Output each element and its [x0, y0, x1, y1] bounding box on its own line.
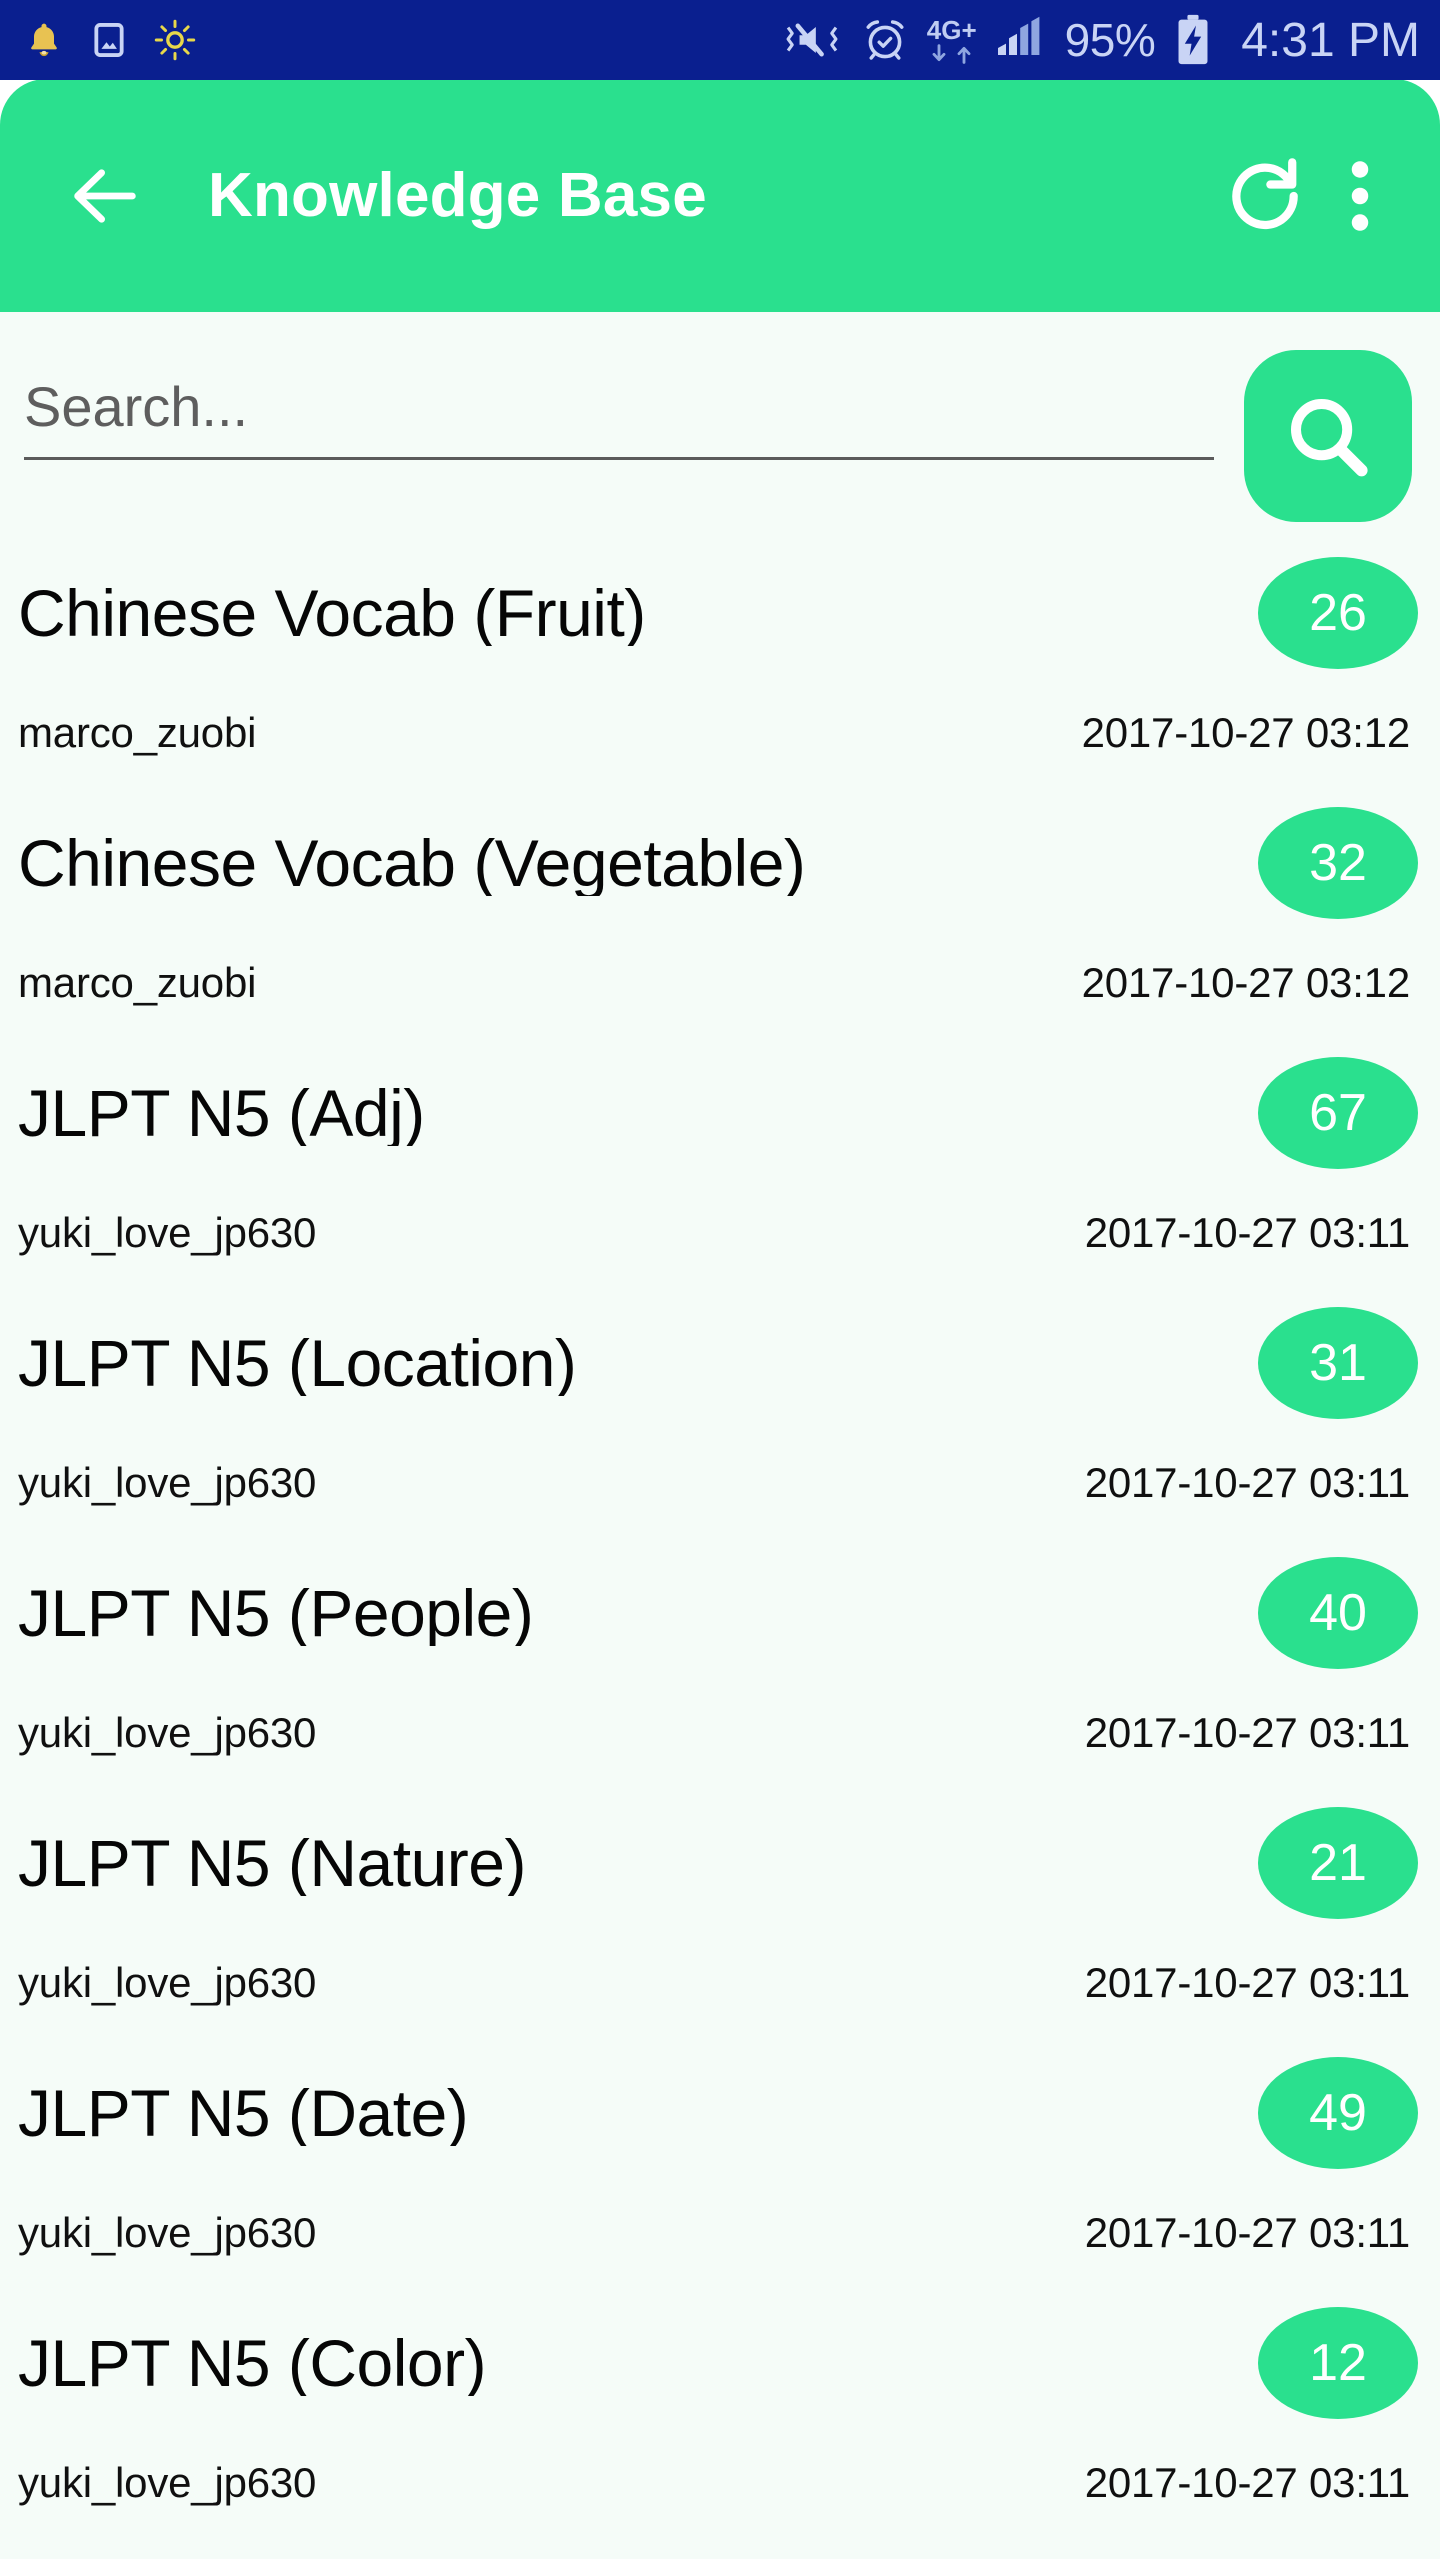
list-item-date: 2017-10-27 03:11: [1084, 1959, 1410, 2006]
list-item-badge-wrap: 21: [526, 1807, 1418, 1919]
list-item[interactable]: JLPT N5 (Color) 12 yuki_love_jp630 2017-10-…: [0, 2288, 1440, 2538]
list-item-author: marco_zuobi: [18, 709, 257, 756]
list-item-author: yuki_love_jp630: [18, 2209, 317, 2256]
status-badge: 21: [1258, 1807, 1418, 1919]
list-item-title: JLPT N5 (Color): [18, 2330, 487, 2396]
status-bar-left-icons: [24, 18, 196, 62]
content-area: Chinese Vocab (Fruit) 26 marco_zuobi 2017-1…: [0, 312, 1440, 2559]
list-item[interactable]: JLPT N5 (Location) 31 yuki_love_jp630 2017-…: [0, 1288, 1440, 1538]
list-item-title: JLPT N5 (People): [18, 1580, 534, 1646]
vibrate-mute-icon: [781, 17, 843, 63]
list-item-header: Chinese Vocab (Fruit) 26: [18, 538, 1418, 688]
status-badge: 32: [1258, 807, 1418, 919]
list-item-header: JLPT N5 (Color) 12: [18, 2288, 1418, 2438]
list-item-author: yuki_love_jp630: [18, 1209, 317, 1256]
list-item-author: yuki_love_jp630: [18, 2459, 317, 2506]
list-item-meta: marco_zuobi 2017-10-27 03:12: [18, 688, 1418, 778]
list-item-date: 2017-10-27 03:11: [1084, 1709, 1410, 1756]
list-item-title: JLPT N5 (Location): [18, 1330, 577, 1396]
list-item-date: 2017-10-27 03:12: [1081, 959, 1411, 1006]
knowledge-base-list: Chinese Vocab (Fruit) 26 marco_zuobi 2017-1…: [0, 538, 1440, 2538]
list-item-badge-wrap: 49: [468, 2057, 1418, 2169]
status-badge: 67: [1258, 1057, 1418, 1169]
list-item-badge-wrap: 12: [486, 2307, 1418, 2419]
list-item-header: JLPT N5 (People) 40: [18, 1538, 1418, 1688]
status-badge: 26: [1258, 557, 1418, 669]
list-item[interactable]: JLPT N5 (People) 40 yuki_love_jp630 2017-10…: [0, 1538, 1440, 1788]
list-item-date: 2017-10-27 03:12: [1081, 709, 1411, 756]
list-item-header: JLPT N5 (Adj) 67: [18, 1038, 1418, 1188]
search-button[interactable]: [1244, 350, 1412, 522]
list-item-date: 2017-10-27 03:11: [1084, 1209, 1410, 1256]
status-badge: 49: [1258, 2057, 1418, 2169]
list-item-date: 2017-10-27 03:11: [1084, 2459, 1410, 2506]
list-item-author: yuki_love_jp630: [18, 1959, 317, 2006]
list-item-author: marco_zuobi: [18, 959, 257, 1006]
list-item-meta: yuki_love_jp630 2017-10-27 03:11: [18, 1938, 1418, 2028]
signal-bars-icon: [995, 16, 1047, 64]
list-item-meta: yuki_love_jp630 2017-10-27 03:11: [18, 2188, 1418, 2278]
list-item[interactable]: JLPT N5 (Adj) 67 yuki_love_jp630 2017-10-27…: [0, 1038, 1440, 1288]
status-bar-right-icons: 4G+ 95% 4:31 PM: [781, 13, 1426, 68]
list-item[interactable]: Chinese Vocab (Vegetable) 32 marco_zuobi 20…: [0, 788, 1440, 1038]
data-transfer-arrows-icon: [928, 43, 975, 64]
list-item-meta: yuki_love_jp630 2017-10-27 03:11: [18, 1438, 1418, 1528]
battery-percent-label: 95%: [1064, 14, 1156, 66]
status-badge: 31: [1258, 1307, 1418, 1419]
list-item-badge-wrap: 31: [576, 1307, 1418, 1419]
list-item-meta: marco_zuobi 2017-10-27 03:12: [18, 938, 1418, 1028]
list-item[interactable]: Chinese Vocab (Fruit) 26 marco_zuobi 2017-1…: [0, 538, 1440, 788]
mobile-network-indicator: 4G+: [927, 17, 977, 64]
list-item-date: 2017-10-27 03:11: [1084, 2209, 1410, 2256]
brightness-sun-icon: [154, 19, 196, 61]
alarm-clock-icon: [861, 16, 909, 64]
list-item[interactable]: JLPT N5 (Date) 49 yuki_love_jp630 2017-10-2…: [0, 2038, 1440, 2288]
overflow-menu-button[interactable]: [1320, 141, 1400, 251]
list-item-title: JLPT N5 (Nature): [18, 1830, 526, 1896]
back-button[interactable]: [50, 141, 160, 251]
image-icon: [90, 18, 128, 62]
list-item-author: yuki_love_jp630: [18, 1459, 317, 1506]
page-title: Knowledge Base: [208, 161, 707, 230]
list-item[interactable]: JLPT N5 (Nature) 21 yuki_love_jp630 2017-10…: [0, 1788, 1440, 2038]
search-icon: [1290, 398, 1368, 477]
list-item-author: yuki_love_jp630: [18, 1709, 317, 1756]
battery-charging-icon: [1173, 14, 1213, 66]
list-item-title: JLPT N5 (Adj): [18, 1080, 425, 1146]
list-item-badge-wrap: 32: [805, 807, 1418, 919]
list-item-meta: yuki_love_jp630 2017-10-27 03:11: [18, 1188, 1418, 1278]
status-bar-clock: 4:31 PM: [1241, 13, 1420, 67]
list-item-title: JLPT N5 (Date): [18, 2080, 469, 2146]
search-input[interactable]: [24, 374, 1214, 460]
search-field-wrapper: [24, 350, 1214, 460]
list-item-badge-wrap: 26: [646, 557, 1418, 669]
app-bar: Knowledge Base: [0, 79, 1440, 312]
list-item-badge-wrap: 67: [425, 1057, 1418, 1169]
list-item-meta: yuki_love_jp630 2017-10-27 03:11: [18, 1688, 1418, 1778]
list-item-header: JLPT N5 (Date) 49: [18, 2038, 1418, 2188]
status-badge: 40: [1258, 1557, 1418, 1669]
list-item-header: JLPT N5 (Location) 31: [18, 1288, 1418, 1438]
search-bar: [0, 312, 1440, 538]
list-item-date: 2017-10-27 03:11: [1084, 1459, 1410, 1506]
refresh-button[interactable]: [1210, 141, 1320, 251]
network-type-label: 4G+: [926, 14, 977, 45]
list-item-meta: yuki_love_jp630 2017-10-27 03:11: [18, 2438, 1418, 2528]
status-bar: 4G+ 95% 4:31 PM: [0, 0, 1440, 80]
bell-icon: [24, 18, 64, 62]
status-badge: 12: [1258, 2307, 1418, 2419]
list-item-header: Chinese Vocab (Vegetable) 32: [18, 788, 1418, 938]
list-item-header: JLPT N5 (Nature) 21: [18, 1788, 1418, 1938]
list-item-title: Chinese Vocab (Vegetable): [18, 830, 806, 896]
list-item-badge-wrap: 40: [533, 1557, 1418, 1669]
list-item-title: Chinese Vocab (Fruit): [18, 580, 646, 646]
